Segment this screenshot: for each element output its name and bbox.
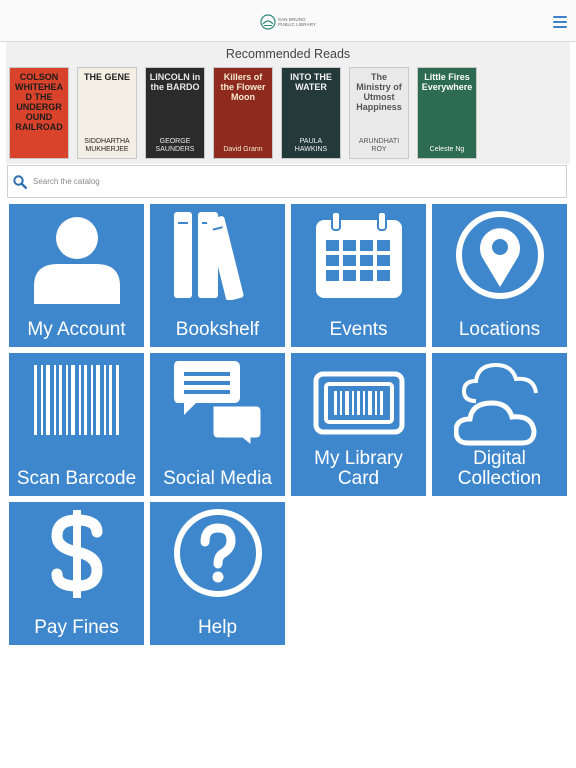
tile-label: Pay Fines [34,617,119,638]
book-cover[interactable]: COLSON WHITEHEAD THE UNDERGROUND RAILROA… [9,67,69,159]
menu-hamburger-icon[interactable] [553,16,567,28]
tile-events[interactable]: Events [291,204,426,347]
book-cover[interactable]: Killers of the Flower Moon David Grann [213,67,273,159]
book-cover[interactable]: Little Fires Everywhere Celeste Ng [417,67,477,159]
book-cover[interactable]: INTO THE WATER PAULA HAWKINS [281,67,341,159]
book-cover-title: Killers of the Flower Moon [220,72,266,102]
tile-scan-barcode[interactable]: Scan Barcode [9,353,144,496]
recommended-reads-section: Recommended Reads COLSON WHITEHEAD THE U… [6,42,570,164]
tile-label: Locations [458,319,541,340]
library-card-icon [313,371,405,435]
location-pin-icon [456,211,544,299]
calendar-icon [316,211,402,298]
tile-social-media[interactable]: Social Media [150,353,285,496]
book-cover-author: SIDDHARTHA MUKHERJEE [84,138,130,153]
book-cover-author: GEORGE SAUNDERS [155,138,195,153]
user-icon [34,217,120,304]
tile-label-line-1: My Library [314,448,403,469]
book-cover-title: LINCOLN in the BARDO [149,72,201,92]
tile-digital-collection[interactable]: Digital Collection [432,353,567,496]
cloud-icon [454,362,538,446]
tile-help[interactable]: Help [150,502,285,645]
barcode-icon [34,365,119,435]
tile-my-library-card[interactable]: My Library Card [291,353,426,496]
tile-label: Bookshelf [175,319,260,340]
book-cover[interactable]: The Ministry of Utmost Happiness ARUNDHAT… [349,67,409,159]
book-cover-author: Celeste Ng [429,146,465,153]
catalog-search-bar[interactable] [7,165,567,198]
question-icon [174,509,262,597]
tile-label: Events [329,319,388,340]
app-header: SAN BRUNO PUBLIC LIBRARY [0,0,576,42]
tile-locations[interactable]: Locations [432,204,567,347]
tile-label-line-2: Collection [457,468,542,489]
book-cover-title: Little Fires Everywhere [421,72,473,92]
book-cover-title: The Ministry of Utmost Happiness [356,72,402,112]
tile-pay-fines[interactable]: Pay Fines [9,502,144,645]
chat-bubbles-icon [174,361,264,449]
tile-label: Scan Barcode [16,468,137,489]
book-carousel: COLSON WHITEHEAD THE UNDERGROUND RAILROA… [9,67,485,159]
logo-line-2: PUBLIC LIBRARY [278,22,317,27]
books-icon [174,212,244,300]
tile-bookshelf[interactable]: Bookshelf [150,204,285,347]
book-cover[interactable]: THE GENE SIDDHARTHA MUKHERJEE [77,67,137,159]
book-cover[interactable]: LINCOLN in the BARDO GEORGE SAUNDERS [145,67,205,159]
tile-label-line-1: Digital [473,448,526,469]
recommended-reads-title: Recommended Reads [225,47,351,61]
library-logo: SAN BRUNO PUBLIC LIBRARY [260,14,316,30]
search-icon [13,174,27,189]
book-cover-author: ARUNDHATI ROY [358,138,400,153]
book-cover-title: COLSON WHITEHEAD THE UNDERGROUND RAILROA… [15,72,63,132]
search-input[interactable] [33,177,533,186]
tile-label: My Account [27,319,126,340]
book-cover-title: INTO THE WATER [290,72,332,92]
library-logo-icon [260,14,276,30]
book-cover-author: PAULA HAWKINS [294,138,328,153]
tile-label: Help [197,617,238,638]
tile-label: Social Media [163,468,272,489]
tile-my-account[interactable]: My Account [9,204,144,347]
dollar-icon [51,510,103,598]
book-cover-title: THE GENE [83,72,130,82]
book-cover-author: David Grann [223,146,263,153]
tile-label-line-2: Card [337,468,380,489]
